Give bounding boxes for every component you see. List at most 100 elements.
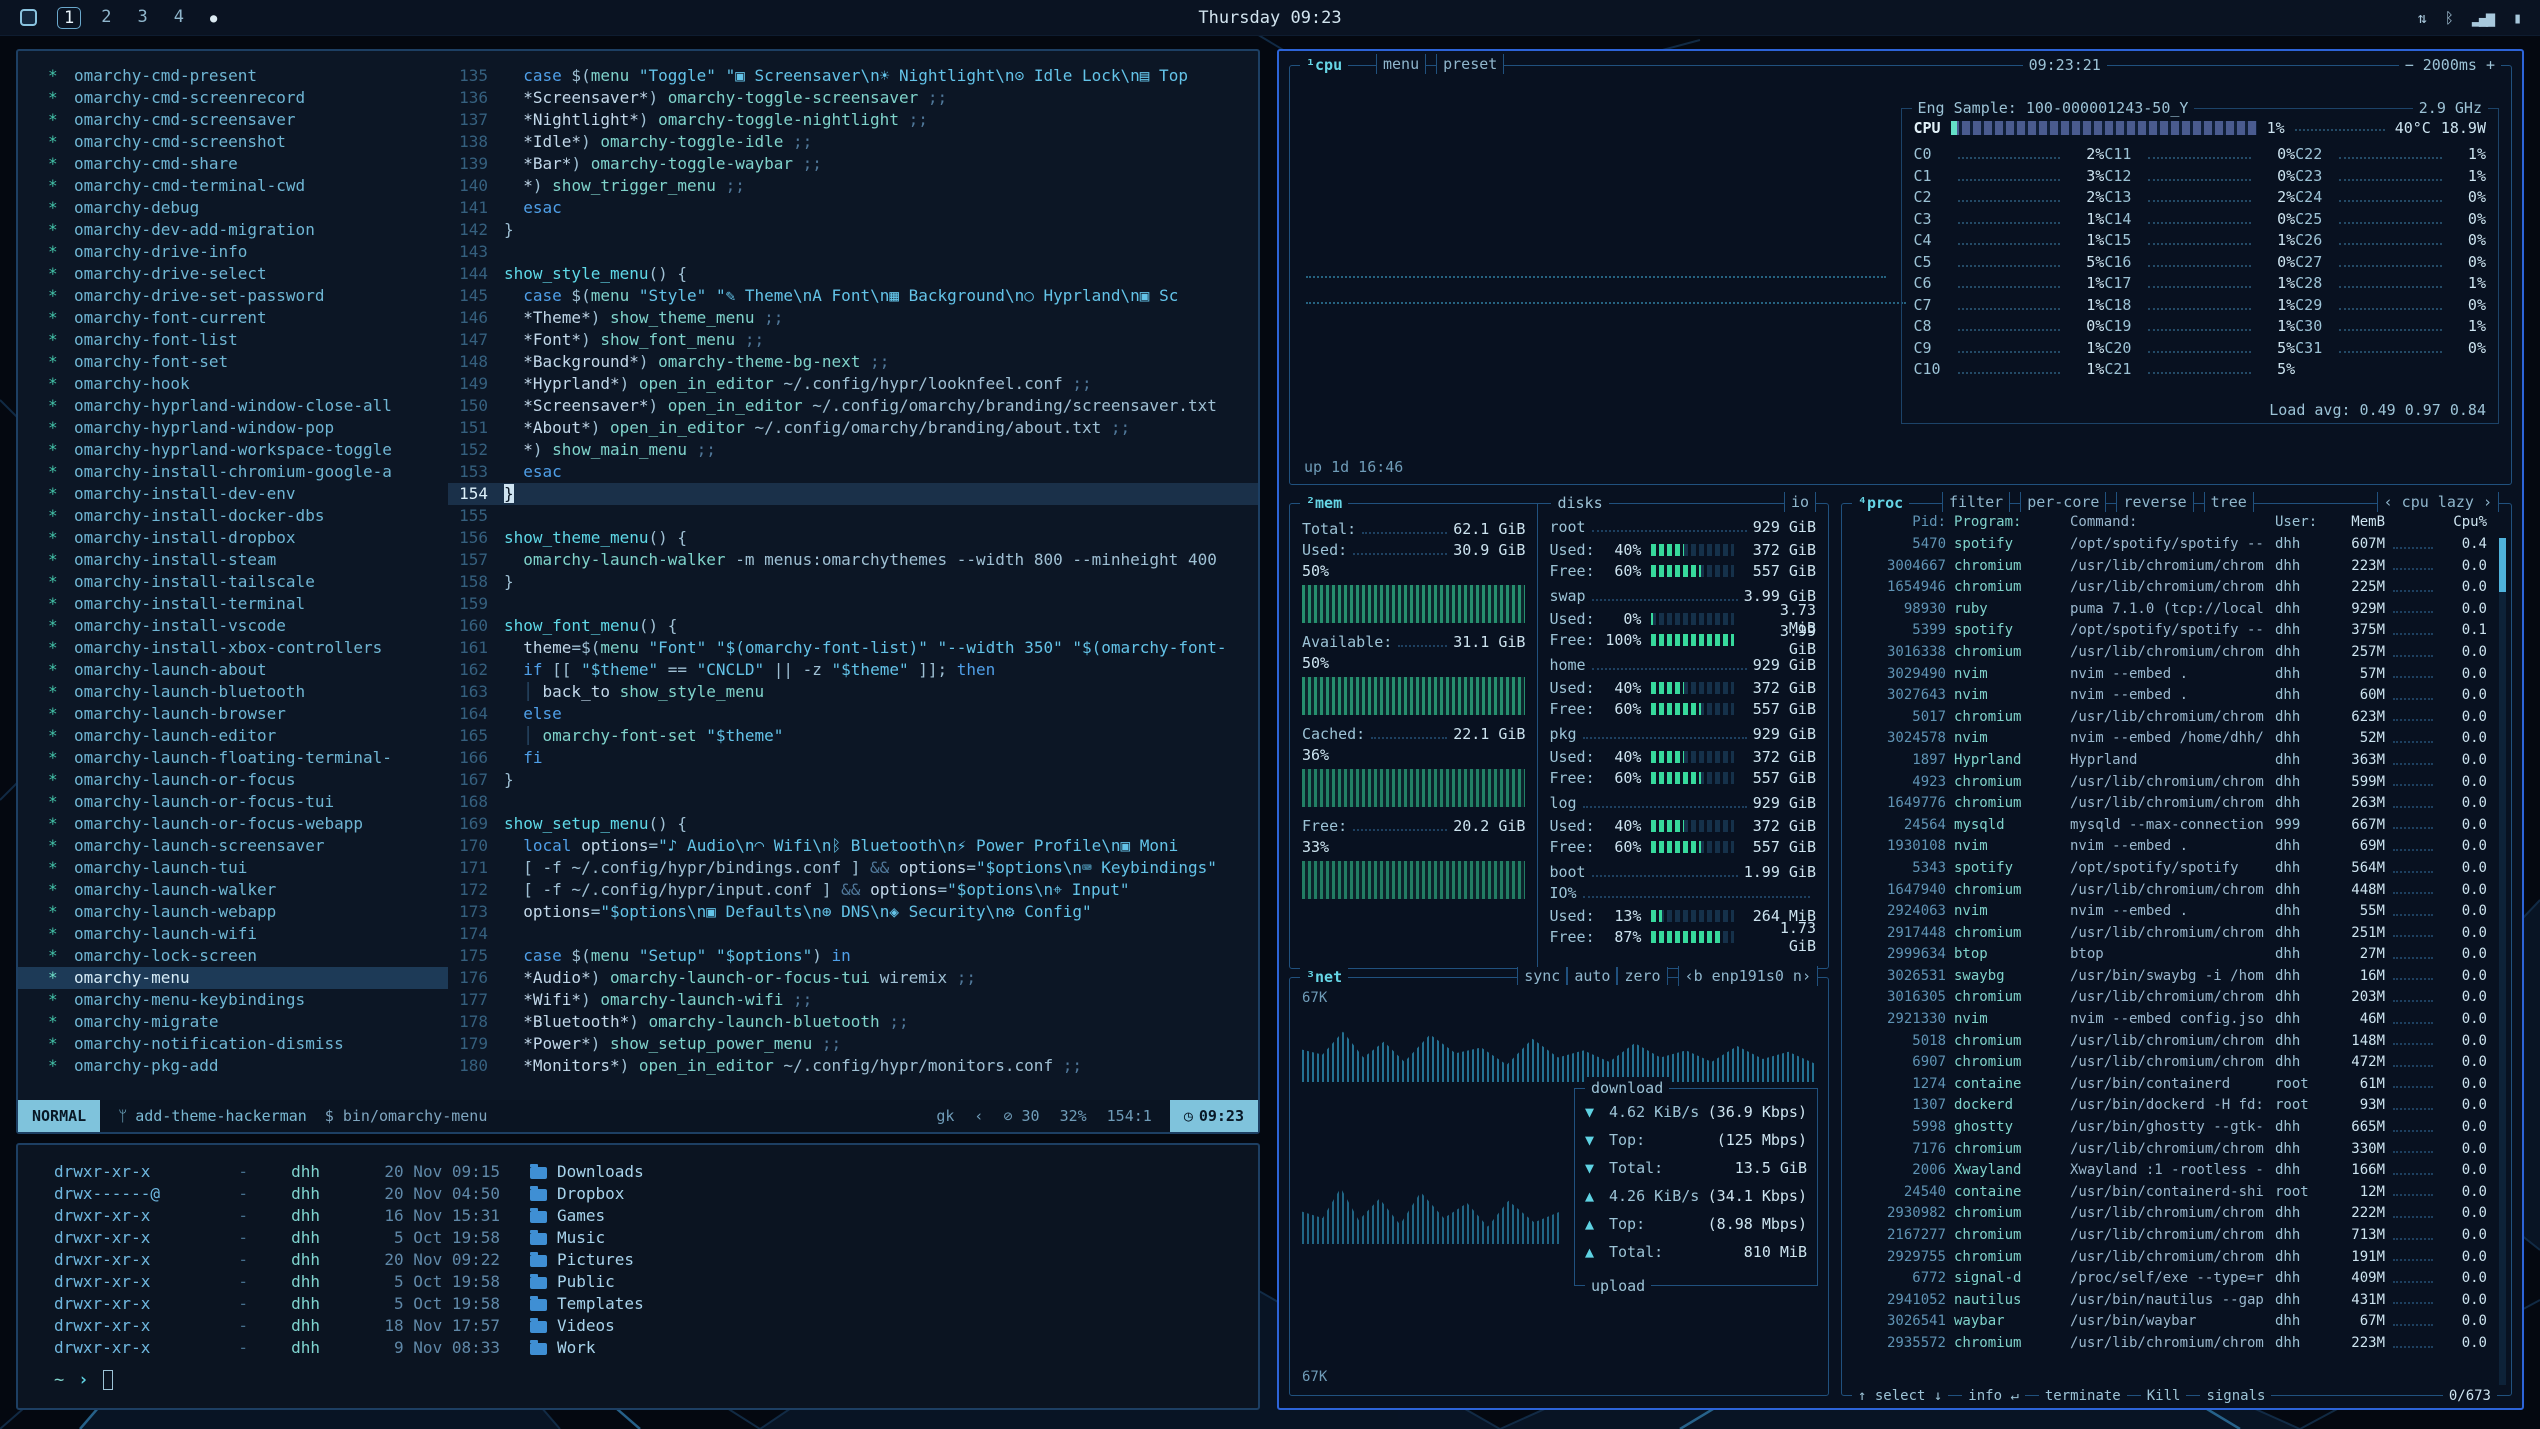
code-line[interactable]: 135 case $(menu "Toggle" "▣ Screensaver\… bbox=[448, 65, 1258, 87]
sidebar-item[interactable]: *omarchy-install-steam bbox=[18, 549, 448, 571]
workspace-3[interactable]: 3 bbox=[132, 7, 154, 29]
proc-row[interactable]: 2941052nautilus/usr/bin/nautilus --gapdh… bbox=[1842, 1290, 2511, 1312]
proc-row[interactable]: 2929755chromium/usr/lib/chromium/chromdh… bbox=[1842, 1247, 2511, 1269]
sidebar-item[interactable]: *omarchy-launch-floating-terminal- bbox=[18, 747, 448, 769]
proc-column-header[interactable]: Pid: bbox=[1854, 512, 1946, 534]
proc-row[interactable]: 2999634btopbtopdhh27M0.0 bbox=[1842, 944, 2511, 966]
sidebar-item[interactable]: *omarchy-install-vscode bbox=[18, 615, 448, 637]
proc-row[interactable]: 7176chromium/usr/lib/chromium/chromdhh33… bbox=[1842, 1139, 2511, 1161]
code-line[interactable]: 140 *) show_trigger_menu ;; bbox=[448, 175, 1258, 197]
code-line[interactable]: 145 case $(menu "Style" "✎ Theme\nA Font… bbox=[448, 285, 1258, 307]
sidebar-item[interactable]: *omarchy-notification-dismiss bbox=[18, 1033, 448, 1055]
proc-scrollbar[interactable] bbox=[2499, 538, 2506, 1385]
proc-row[interactable]: 2935572chromium/usr/lib/chromium/chromdh… bbox=[1842, 1333, 2511, 1355]
proc-row[interactable]: 6907chromium/usr/lib/chromium/chromdhh47… bbox=[1842, 1052, 2511, 1074]
code-line[interactable]: 170 local options="♪ Audio\n◠ Wifi\nᛒ Bl… bbox=[448, 835, 1258, 857]
proc-row[interactable]: 5017chromium/usr/lib/chromium/chromdhh62… bbox=[1842, 707, 2511, 729]
proc-footer-signals-button[interactable]: signals bbox=[2200, 1385, 2271, 1407]
interval-decrease-button[interactable]: − bbox=[2405, 56, 2414, 74]
code-line[interactable]: 155 bbox=[448, 505, 1258, 527]
code-line[interactable]: 159 bbox=[448, 593, 1258, 615]
os-logo-icon[interactable] bbox=[20, 9, 37, 26]
workspace-1[interactable]: 1 bbox=[57, 7, 81, 29]
sidebar-item[interactable]: *omarchy-launch-or-focus-tui bbox=[18, 791, 448, 813]
proc-footer-kill-button[interactable]: Kill bbox=[2141, 1385, 2187, 1407]
sidebar-item[interactable]: *omarchy-install-chromium-google-a bbox=[18, 461, 448, 483]
sidebar-item[interactable]: *omarchy-cmd-screenrecord bbox=[18, 87, 448, 109]
proc-row[interactable]: 1897HyprlandHyprlanddhh363M0.0 bbox=[1842, 750, 2511, 772]
sidebar-item[interactable]: *omarchy-lock-screen bbox=[18, 945, 448, 967]
proc-tree-button[interactable]: tree bbox=[2204, 492, 2254, 512]
sidebar-item[interactable]: *omarchy-font-set bbox=[18, 351, 448, 373]
proc-footer-terminate-button[interactable]: terminate bbox=[2039, 1385, 2127, 1407]
battery-icon[interactable]: ▮ bbox=[2513, 9, 2520, 27]
sidebar-item[interactable]: *omarchy-hyprland-window-pop bbox=[18, 417, 448, 439]
code-line[interactable]: 163 │ back_to show_style_menu bbox=[448, 681, 1258, 703]
proc-column-header[interactable]: Program: bbox=[1954, 512, 2062, 534]
sidebar-item[interactable]: *omarchy-cmd-screensaver bbox=[18, 109, 448, 131]
code-line[interactable]: 141 esac bbox=[448, 197, 1258, 219]
bluetooth-icon[interactable]: ᛒ bbox=[2445, 9, 2452, 27]
code-line[interactable]: 171 [ -f ~/.config/hypr/bindings.conf ] … bbox=[448, 857, 1258, 879]
sidebar-item[interactable]: *omarchy-install-tailscale bbox=[18, 571, 448, 593]
scrollbar-thumb[interactable] bbox=[2499, 538, 2506, 592]
sidebar-item[interactable]: *omarchy-install-terminal bbox=[18, 593, 448, 615]
proc-row[interactable]: 5998ghostty/usr/bin/ghostty --gtk-dhh665… bbox=[1842, 1117, 2511, 1139]
terminal-window[interactable]: drwxr-xr-x-dhh20 Nov 09:15Downloadsdrwx-… bbox=[16, 1143, 1260, 1410]
code-line[interactable]: 174 bbox=[448, 923, 1258, 945]
sidebar-item[interactable]: *omarchy-launch-bluetooth bbox=[18, 681, 448, 703]
proc-row[interactable]: 5399spotify/opt/spotify/spotify --dhh375… bbox=[1842, 620, 2511, 642]
interface-switcher[interactable]: ‹b enp191s0 n› bbox=[1678, 966, 1818, 986]
code-line[interactable]: 166 fi bbox=[448, 747, 1258, 769]
proc-row[interactable]: 24564mysqldmysqld --max-connection999667… bbox=[1842, 815, 2511, 837]
code-line[interactable]: 143 bbox=[448, 241, 1258, 263]
sidebar-item[interactable]: *omarchy-drive-info bbox=[18, 241, 448, 263]
sort-selector[interactable]: ‹ cpu lazy › bbox=[2377, 492, 2499, 512]
proc-row[interactable]: 1930108nvimnvim --embed .dhh69M0.0 bbox=[1842, 836, 2511, 858]
sidebar-item[interactable]: *omarchy-drive-select bbox=[18, 263, 448, 285]
sidebar-item[interactable]: *omarchy-launch-or-focus bbox=[18, 769, 448, 791]
code-line[interactable]: 176 *Audio*) omarchy-launch-or-focus-tui… bbox=[448, 967, 1258, 989]
proc-row[interactable]: 98930rubypuma 7.1.0 (tcp://localdhh929M0… bbox=[1842, 599, 2511, 621]
sidebar-item[interactable]: *omarchy-font-list bbox=[18, 329, 448, 351]
sidebar-item[interactable]: *omarchy-font-current bbox=[18, 307, 448, 329]
proc-row[interactable]: 3004667chromium/usr/lib/chromium/chromdh… bbox=[1842, 556, 2511, 578]
sidebar-item[interactable]: *omarchy-cmd-screenshot bbox=[18, 131, 448, 153]
sidebar-item[interactable]: *omarchy-cmd-present bbox=[18, 65, 448, 87]
proc-footer-select-button[interactable]: ↑ select ↓ bbox=[1852, 1385, 1948, 1407]
sidebar-item[interactable]: *omarchy-launch-editor bbox=[18, 725, 448, 747]
proc-row[interactable]: 4923chromium/usr/lib/chromium/chromdhh59… bbox=[1842, 772, 2511, 794]
proc-column-header[interactable]: User: bbox=[2275, 512, 2319, 534]
sidebar-item[interactable]: *omarchy-migrate bbox=[18, 1011, 448, 1033]
code-line[interactable]: 142} bbox=[448, 219, 1258, 241]
proc-row[interactable]: 5470spotify/opt/spotify/spotify --dhh607… bbox=[1842, 534, 2511, 556]
code-line[interactable]: 149 *Hyprland*) open_in_editor ~/.config… bbox=[448, 373, 1258, 395]
code-line[interactable]: 153 esac bbox=[448, 461, 1258, 483]
sidebar-item[interactable]: *omarchy-install-docker-dbs bbox=[18, 505, 448, 527]
sidebar-item[interactable]: *omarchy-drive-set-password bbox=[18, 285, 448, 307]
proc-row[interactable]: 2930982chromium/usr/lib/chromium/chromdh… bbox=[1842, 1203, 2511, 1225]
sidebar-item[interactable]: *omarchy-install-xbox-controllers bbox=[18, 637, 448, 659]
code-line[interactable]: 144show_style_menu() { bbox=[448, 263, 1258, 285]
cpu-preset-button[interactable]: preset bbox=[1436, 54, 1504, 74]
proc-row[interactable]: 1654946chromium/usr/lib/chromium/chromdh… bbox=[1842, 577, 2511, 599]
proc-row[interactable]: 2921330nvimnvim --embed config.jsodhh46M… bbox=[1842, 1009, 2511, 1031]
proc-column-header[interactable]: Cpu% bbox=[2441, 512, 2487, 534]
proc-row[interactable]: 1307dockerd/usr/bin/dockerd -H fd:root93… bbox=[1842, 1095, 2511, 1117]
sidebar-item[interactable]: *omarchy-hyprland-window-close-all bbox=[18, 395, 448, 417]
net-auto-button[interactable]: auto bbox=[1567, 967, 1617, 985]
code-line[interactable]: 138 *Idle*) omarchy-toggle-idle ;; bbox=[448, 131, 1258, 153]
code-editor[interactable]: 135 case $(menu "Toggle" "▣ Screensaver\… bbox=[448, 51, 1258, 1100]
code-line[interactable]: 169show_setup_menu() { bbox=[448, 813, 1258, 835]
sidebar-item[interactable]: *omarchy-launch-webapp bbox=[18, 901, 448, 923]
code-line[interactable]: 136 *Screensaver*) omarchy-toggle-screen… bbox=[448, 87, 1258, 109]
code-line[interactable]: 178 *Bluetooth*) omarchy-launch-bluetoot… bbox=[448, 1011, 1258, 1033]
code-line[interactable]: 156show_theme_menu() { bbox=[448, 527, 1258, 549]
proc-row[interactable]: 1274containe/usr/bin/containerdroot61M0.… bbox=[1842, 1074, 2511, 1096]
proc-per-core-button[interactable]: per-core bbox=[2020, 492, 2106, 512]
code-line[interactable]: 161 theme=$(menu "Font" "$(omarchy-font-… bbox=[448, 637, 1258, 659]
sidebar-item[interactable]: *omarchy-install-dropbox bbox=[18, 527, 448, 549]
code-line[interactable]: 173 options="$options\n▣ Defaults\n⊕ DNS… bbox=[448, 901, 1258, 923]
sidebar-item[interactable]: *omarchy-launch-browser bbox=[18, 703, 448, 725]
proc-row[interactable]: 2917448chromium/usr/lib/chromium/chromdh… bbox=[1842, 923, 2511, 945]
